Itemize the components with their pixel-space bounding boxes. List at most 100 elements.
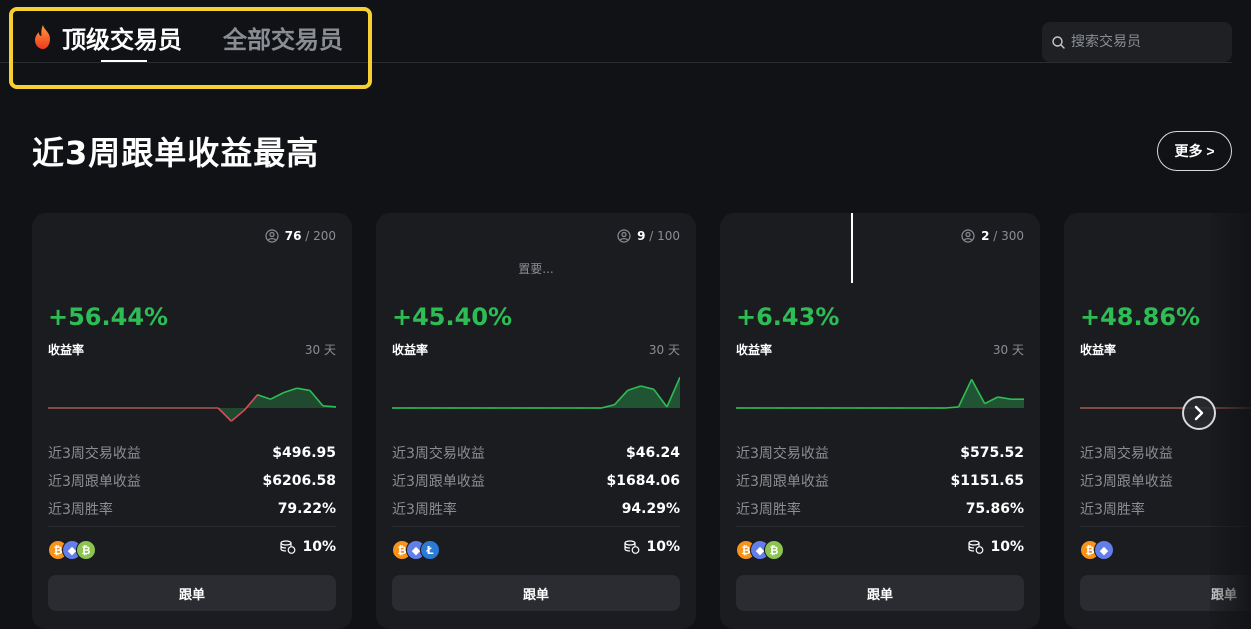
card-note: 置要... (518, 262, 554, 276)
trader-card[interactable]: 76 / 200 +56.44% 收益率 30 天 近3周交易收益 $496.95… (32, 213, 352, 629)
stat-row: 近3周跟单收益 $6206.58 (48, 467, 336, 495)
user-icon (961, 229, 975, 243)
followers-current: 2 (981, 229, 990, 243)
stat-label: 近3周交易收益 (736, 446, 829, 462)
copy-trade-button[interactable]: 跟单 (1080, 575, 1251, 611)
trader-card[interactable]: +48.86% 收益率 近3周交易收益 近3周跟单收益 近3周胜率 ₿ ◆ 跟单 (1064, 213, 1251, 629)
stat-value: $575.52 (960, 445, 1024, 461)
followers-max: 100 (657, 229, 680, 243)
stat-row: 近3周胜率 79.22% (48, 495, 336, 523)
trader-card[interactable]: 2 / 300 +6.43% 收益率 30 天 近3周交易收益 $575.52 近… (720, 213, 1040, 629)
bch-coin-icon: ₿ (764, 540, 784, 560)
tab-all-traders[interactable]: 全部交易员 (223, 20, 343, 54)
coins-stack-icon (280, 540, 296, 554)
roi-label: 收益率 (1080, 343, 1117, 357)
stat-label: 近3周跟单收益 (48, 474, 141, 490)
roi-label: 收益率 (736, 343, 773, 357)
stat-label: 近3周胜率 (392, 502, 457, 518)
period-label: 30 天 (992, 343, 1024, 357)
stat-label: 近3周胜率 (736, 502, 801, 518)
tab-all-traders-label: 全部交易员 (223, 25, 343, 54)
stat-value: $46.24 (625, 445, 680, 461)
trader-card[interactable]: 9 / 100 置要... +45.40% 收益率 30 天 近3周交易收益 $4… (376, 213, 696, 629)
stat-row: 近3周胜率 75.86% (736, 495, 1024, 523)
divider (1080, 526, 1251, 527)
active-tab-indicator (101, 60, 147, 62)
sparkline-area (392, 377, 680, 408)
stat-label: 近3周交易收益 (48, 446, 141, 462)
sparkline-segment (945, 406, 959, 409)
sparkline-segment (322, 405, 336, 408)
coin-list: ₿ ◆ Ł (392, 540, 440, 560)
roi-value: +6.43% (736, 303, 840, 331)
roi-sparkline (392, 376, 680, 409)
carousel-next-button[interactable] (1182, 396, 1216, 430)
stat-label: 近3周跟单收益 (736, 474, 829, 490)
roi-value: +56.44% (48, 303, 169, 331)
sparkline-area (736, 379, 1024, 408)
stat-row: 近3周交易收益 $46.24 (392, 439, 680, 467)
profit-share: 10% (280, 539, 336, 555)
profit-share-value: 10% (646, 539, 680, 555)
roi-value: +48.86% (1080, 303, 1201, 331)
eth-coin-icon: ◆ (1094, 540, 1114, 560)
copy-trade-button[interactable]: 跟单 (48, 575, 336, 611)
stat-value: $1151.65 (950, 473, 1024, 489)
stat-row: 近3周胜率 (1080, 495, 1251, 523)
user-icon (265, 229, 279, 243)
stats-list: 近3周交易收益 $46.24 近3周跟单收益 $1684.06 近3周胜率 94.29… (392, 439, 680, 523)
coin-list: ₿ ◆ ₿ (736, 540, 784, 560)
stat-row: 近3周跟单收益 $1151.65 (736, 467, 1024, 495)
followers-max: 200 (313, 229, 336, 243)
followers-count: 2 / 300 (961, 229, 1024, 243)
coins-stack-icon (968, 540, 984, 554)
copy-trade-button[interactable]: 跟单 (392, 575, 680, 611)
render-artifact (851, 213, 853, 283)
divider (392, 526, 680, 527)
roi-sparkline (736, 379, 1024, 409)
stat-label: 近3周跟单收益 (1080, 474, 1173, 490)
tab-top-traders[interactable]: 顶级交易员 (32, 20, 182, 54)
stat-label: 近3周交易收益 (392, 446, 485, 462)
stats-list: 近3周交易收益 近3周跟单收益 近3周胜率 (1080, 439, 1251, 523)
profit-share: 10% (968, 539, 1024, 555)
coin-list: ₿ ◆ (1080, 540, 1114, 560)
stat-row: 近3周跟单收益 $1684.06 (392, 467, 680, 495)
tab-top-traders-label: 顶级交易员 (62, 25, 182, 54)
stat-label: 近3周胜率 (48, 502, 113, 518)
followers-count: 9 / 100 (617, 229, 680, 243)
stat-label: 近3周交易收益 (1080, 446, 1173, 462)
stats-list: 近3周交易收益 $496.95 近3周跟单收益 $6206.58 近3周胜率 79.2… (48, 439, 336, 523)
ltc-coin-icon: Ł (420, 540, 440, 560)
coin-list: ₿ ◆ ₿ (48, 540, 96, 560)
coins-stack-icon (624, 540, 640, 554)
search-input[interactable] (1071, 34, 1221, 50)
roi-sparkline (1080, 407, 1251, 409)
stat-value: $496.95 (272, 445, 336, 461)
page: 顶级交易员 全部交易员 近3周跟单收益最高 更多 > (0, 0, 1251, 629)
divider (48, 526, 336, 527)
roi-label: 收益率 (48, 343, 85, 357)
stat-value: 94.29% (621, 501, 680, 517)
stats-list: 近3周交易收益 $575.52 近3周跟单收益 $1151.65 近3周胜率 75.8… (736, 439, 1024, 523)
stat-row: 近3周交易收益 $496.95 (48, 439, 336, 467)
copy-trade-button[interactable]: 跟单 (736, 575, 1024, 611)
roi-sparkline (48, 387, 336, 422)
followers-current: 9 (637, 229, 646, 243)
divider (736, 526, 1024, 527)
search-icon (1052, 35, 1065, 49)
stat-row: 近3周交易收益 (1080, 439, 1251, 467)
followers-count: 76 / 200 (265, 229, 336, 243)
stat-label: 近3周胜率 (1080, 502, 1145, 518)
period-label: 30 天 (304, 343, 336, 357)
more-button[interactable]: 更多 > (1157, 131, 1232, 171)
stat-row: 近3周交易收益 $575.52 (736, 439, 1024, 467)
stat-label: 近3周跟单收益 (392, 474, 485, 490)
bch-coin-icon: ₿ (76, 540, 96, 560)
search-box[interactable] (1042, 22, 1232, 62)
section-title: 近3周跟单收益最高 (32, 134, 320, 172)
stat-value: $6206.58 (262, 473, 336, 489)
stat-value: 79.22% (277, 501, 336, 517)
chevron-right-icon (1194, 405, 1204, 421)
profit-share: 10% (624, 539, 680, 555)
